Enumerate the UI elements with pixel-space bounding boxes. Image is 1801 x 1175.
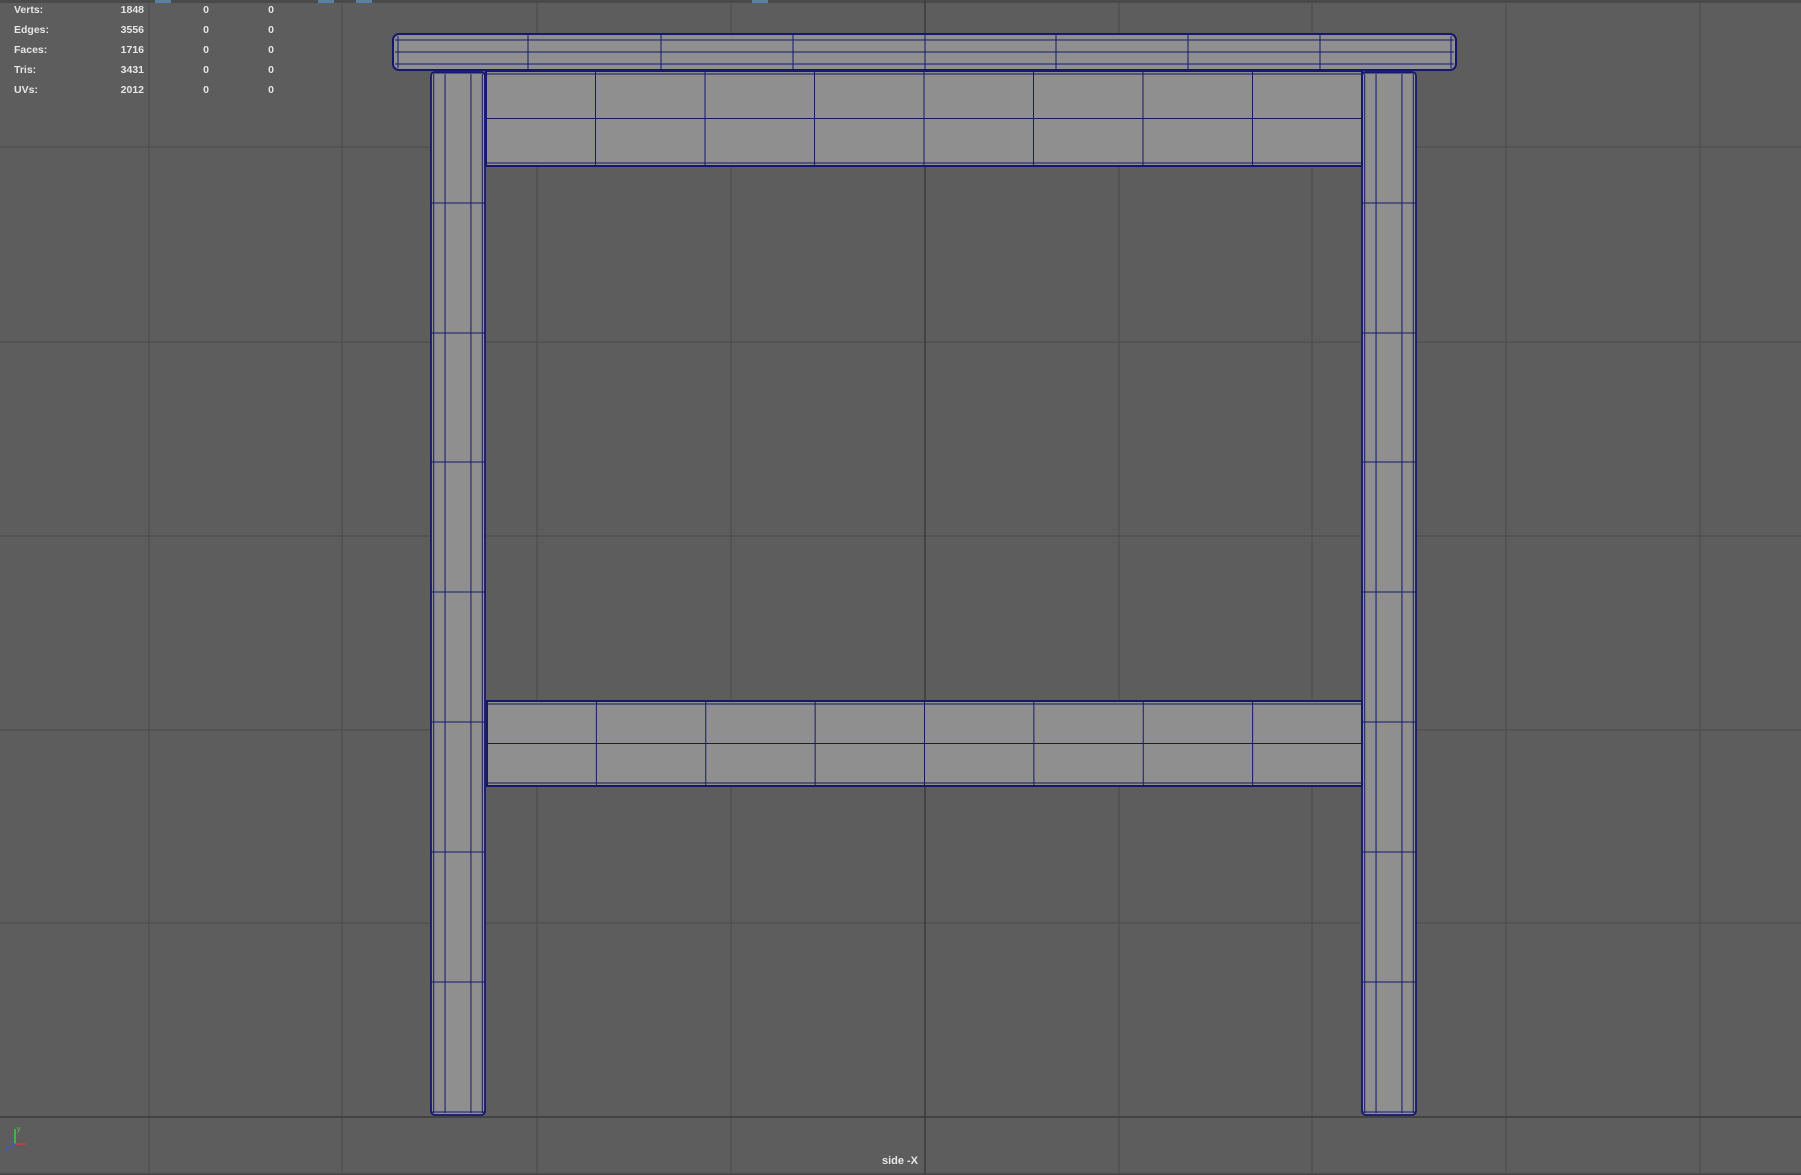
axis-y-label: y (17, 1126, 21, 1133)
hud-selected-value: 0 (203, 84, 209, 96)
axis-gizmo-icon: y z (5, 1126, 26, 1152)
stool-mesh[interactable] (0, 0, 1801, 1175)
hud-component-value: 0 (268, 4, 274, 16)
hud-selected-value: 0 (203, 44, 209, 56)
hud-total-value: 1716 (120, 44, 144, 56)
axis-z-label: z (5, 1146, 9, 1152)
hud-component-value: 0 (268, 64, 274, 76)
hud-selected-value: 0 (203, 24, 209, 36)
hud-total-value: 3556 (120, 24, 144, 36)
hud-component-value: 0 (268, 24, 274, 36)
stool-leg-left (430, 71, 486, 1116)
camera-name-label: side -X (881, 1155, 919, 1167)
modeling-viewport[interactable]: Verts: 1848 0 0 Edges: 3556 0 0 Faces: 1716 0 0 Tris… (0, 0, 1801, 1175)
hud-total-value: 2012 (120, 84, 144, 96)
hud-component-value: 0 (268, 44, 274, 56)
hud-selected-value: 0 (203, 64, 209, 76)
hud-total-value: 1848 (120, 4, 144, 16)
hud-selected-value: 0 (203, 4, 209, 16)
stool-leg-right (1361, 71, 1417, 1116)
hud-total-value: 3431 (120, 64, 144, 76)
hud-component-value: 0 (268, 84, 274, 96)
